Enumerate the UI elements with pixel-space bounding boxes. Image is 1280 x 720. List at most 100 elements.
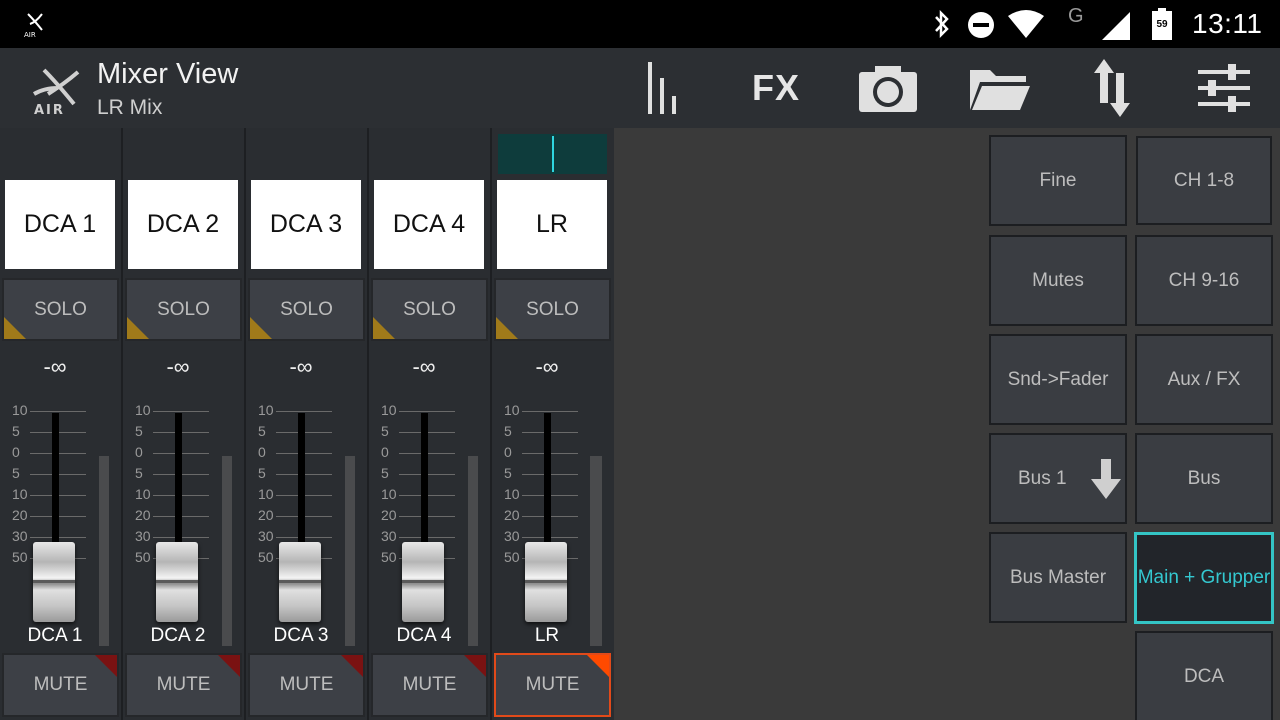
pan-meter[interactable] [498,134,607,174]
channel-name[interactable]: DCA 2 [128,180,238,269]
svg-text:AIR: AIR [24,31,36,38]
solo-button[interactable]: SOLO [371,278,488,341]
mute-label: MUTE [402,674,457,695]
dca-label: DCA [1183,665,1225,687]
fader-knob[interactable] [279,542,321,622]
bus1-selector[interactable]: Bus 1 [989,433,1127,524]
channel-strips: DCA 1 SOLO -∞ 10 5 0 5 10 20 30 50 DCA 1… [0,128,614,720]
solo-label: SOLO [34,298,87,320]
bus1-label: Bus 1 [1018,467,1067,489]
channel-name[interactable]: DCA 4 [374,180,484,269]
xair-logo-icon: AIR [24,13,43,38]
mute-button[interactable]: MUTE [494,653,611,717]
channel-strip-lr: LR SOLO -∞ 10 5 0 5 10 20 30 50 LR MUTE [492,128,615,720]
channel-strip-dca2: DCA 2 SOLO -∞ 10 5 0 5 10 20 30 50 DCA 2… [123,128,246,720]
aux-fx-label: Aux / FX [1167,368,1241,390]
solo-button[interactable]: SOLO [125,278,242,341]
level-readout: -∞ [289,354,313,379]
settings-button[interactable] [1184,48,1264,128]
xair-logo-icon: AIR [32,68,80,116]
channel-strip-dca4: DCA 4 SOLO -∞ 10 5 0 5 10 20 30 50 DCA 4… [369,128,492,720]
bus-master-button[interactable]: Bus Master [989,532,1127,623]
solo-label: SOLO [526,298,579,320]
solo-indicator [127,317,149,339]
mute-indicator [95,655,117,677]
solo-label: SOLO [280,298,333,320]
main-grupper-button[interactable]: Main + Grupper [1134,532,1274,624]
channel-name[interactable]: LR [497,180,607,269]
solo-button[interactable]: SOLO [2,278,119,341]
level-readout: -∞ [535,354,559,379]
fader-knob[interactable] [402,542,444,622]
mute-indicator [341,655,363,677]
page-title: Mixer View [97,58,239,90]
mute-label: MUTE [156,674,211,695]
snd-fader-button[interactable]: Snd->Fader [989,334,1127,425]
camera-icon [859,66,917,112]
level-meter [99,456,109,646]
meters-icon [648,62,676,114]
battery-icon: 59 [1152,8,1172,40]
snapshot-button[interactable] [848,48,928,128]
dca-button[interactable]: DCA [1135,631,1273,720]
channel-name[interactable]: DCA 3 [251,180,361,269]
svg-text:AIR: AIR [34,103,65,116]
mute-indicator [464,655,486,677]
mutes-button[interactable]: Mutes [989,235,1127,326]
fader-knob[interactable] [156,542,198,622]
bluetooth-icon [935,10,949,38]
mutes-label: Mutes [1032,269,1084,291]
solo-indicator [250,317,272,339]
fader-label: LR [534,625,560,646]
fader-label: DCA 4 [396,625,452,646]
mute-button[interactable]: MUTE [125,653,242,717]
fader-track [544,413,551,563]
ch9-16-label: CH 9-16 [1168,269,1240,291]
fx-button[interactable]: FX [736,48,816,128]
open-file-button[interactable] [960,48,1040,128]
mute-button[interactable]: MUTE [371,653,488,717]
channel-name[interactable]: DCA 1 [5,180,115,269]
fader-knob[interactable] [525,542,567,622]
meters-button[interactable] [624,48,704,128]
solo-button[interactable]: SOLO [494,278,611,341]
level-readout: -∞ [166,354,190,379]
do-not-disturb-icon [968,12,994,38]
ch9-16-button[interactable]: CH 9-16 [1135,235,1273,326]
snd-fader-label: Snd->Fader [1007,368,1109,390]
channel-strip-dca1: DCA 1 SOLO -∞ 10 5 0 5 10 20 30 50 DCA 1… [0,128,123,720]
mute-indicator [587,655,609,677]
mute-button[interactable]: MUTE [248,653,365,717]
level-meter [590,456,602,646]
fader-knob[interactable] [33,542,75,622]
arrow-down-icon [1091,459,1121,499]
fader-track [298,413,305,563]
fader-label: DCA 2 [150,625,206,646]
fine-label: Fine [1039,169,1077,191]
signal-icon [1102,12,1130,40]
mute-label: MUTE [525,674,580,695]
ch1-8-label: CH 1-8 [1173,169,1235,191]
transfer-arrows-icon [1094,59,1130,117]
page-subtitle: LR Mix [97,96,163,119]
solo-button[interactable]: SOLO [248,278,365,341]
fader-track [52,413,59,563]
fine-button[interactable]: Fine [989,135,1127,226]
view-selector-panel: Fine Mutes Snd->Fader Bus 1 Bus Master C… [614,128,1280,720]
channel-strip-dca3: DCA 3 SOLO -∞ 10 5 0 5 10 20 30 50 DCA 3… [246,128,369,720]
mute-label: MUTE [33,674,88,695]
sliders-icon [1198,64,1250,112]
sync-button[interactable] [1072,48,1152,128]
app-bar: AIR Mixer View LR Mix FX [0,48,1280,128]
ch1-8-button[interactable]: CH 1-8 [1136,136,1272,225]
mute-button[interactable]: MUTE [2,653,119,717]
fader-track [175,413,182,563]
wifi-icon [1008,10,1044,38]
status-bar: AIR G 59 13:11 [0,0,1280,48]
mute-indicator [218,655,240,677]
bus-button[interactable]: Bus [1135,433,1273,524]
battery-level: 59 [1152,11,1172,40]
solo-indicator [4,317,26,339]
aux-fx-button[interactable]: Aux / FX [1135,334,1273,425]
bus-master-label: Bus Master [1009,566,1107,588]
